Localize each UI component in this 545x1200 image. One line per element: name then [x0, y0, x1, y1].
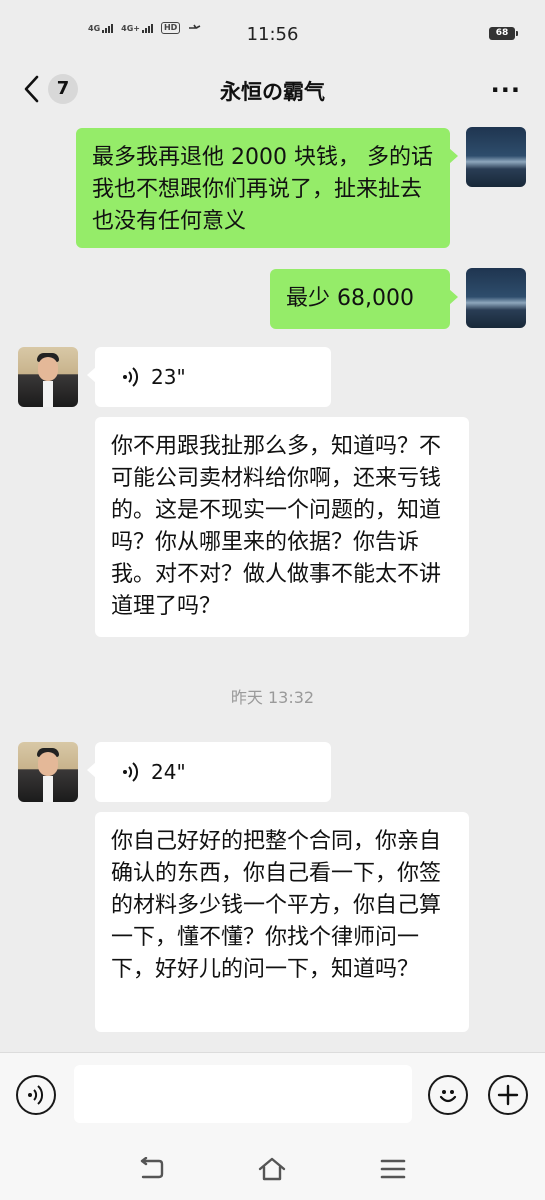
voice-input-icon	[28, 1085, 44, 1105]
nav-back-icon	[140, 1157, 164, 1179]
voice-duration: 24"	[151, 760, 186, 784]
emoji-button[interactable]	[428, 1075, 468, 1115]
avatar[interactable]	[18, 742, 78, 802]
more-icon[interactable]: ···	[491, 76, 521, 104]
status-bar: 4G 4G+ HD 11:56 68	[0, 0, 545, 62]
voice-message[interactable]: 24"	[87, 742, 331, 802]
input-bar	[0, 1052, 545, 1139]
message-bubble[interactable]: 你不用跟我扯那么多，知道吗？不可能公司卖材料给你啊，还来亏钱的。这是不现实一个问…	[95, 417, 469, 637]
emoji-icon	[439, 1090, 457, 1103]
voice-message[interactable]: 23"	[87, 347, 331, 407]
timestamp: 昨天 13:32	[230, 688, 315, 707]
nav-menu-icon	[380, 1159, 406, 1179]
system-nav-bar	[0, 1138, 545, 1200]
nav-home-icon	[258, 1157, 286, 1181]
plus-icon	[497, 1084, 519, 1106]
message-input[interactable]	[74, 1065, 412, 1123]
message-bubble[interactable]: 最少 68,000	[270, 269, 458, 329]
chat-title: 永恒の霸气	[220, 80, 325, 104]
plus-button[interactable]	[488, 1075, 528, 1115]
voice-input-button[interactable]	[16, 1075, 56, 1115]
avatar[interactable]	[466, 127, 526, 187]
message-bubble[interactable]: 最多我再退他 2000 块钱， 多的话我也不想跟你们再说了，扯来扯去也没有任何意…	[76, 128, 458, 248]
nav-home-button[interactable]	[255, 1152, 289, 1186]
avatar[interactable]	[18, 347, 78, 407]
chat-header: 7 永恒の霸气 ···	[0, 62, 545, 126]
avatar[interactable]	[466, 268, 526, 328]
message-bubble[interactable]: 你自己好好的把整个合同，你亲自确认的东西，你自己看一下，你签的材料多少钱一个平方…	[95, 812, 469, 1032]
battery-icon: 68	[489, 27, 518, 40]
nav-back-button[interactable]	[134, 1152, 168, 1186]
voice-wave-icon	[123, 367, 139, 387]
clock: 11:56	[246, 24, 299, 45]
voice-duration: 23"	[151, 365, 186, 389]
voice-wave-icon	[123, 762, 139, 782]
nav-menu-button[interactable]	[376, 1152, 410, 1186]
